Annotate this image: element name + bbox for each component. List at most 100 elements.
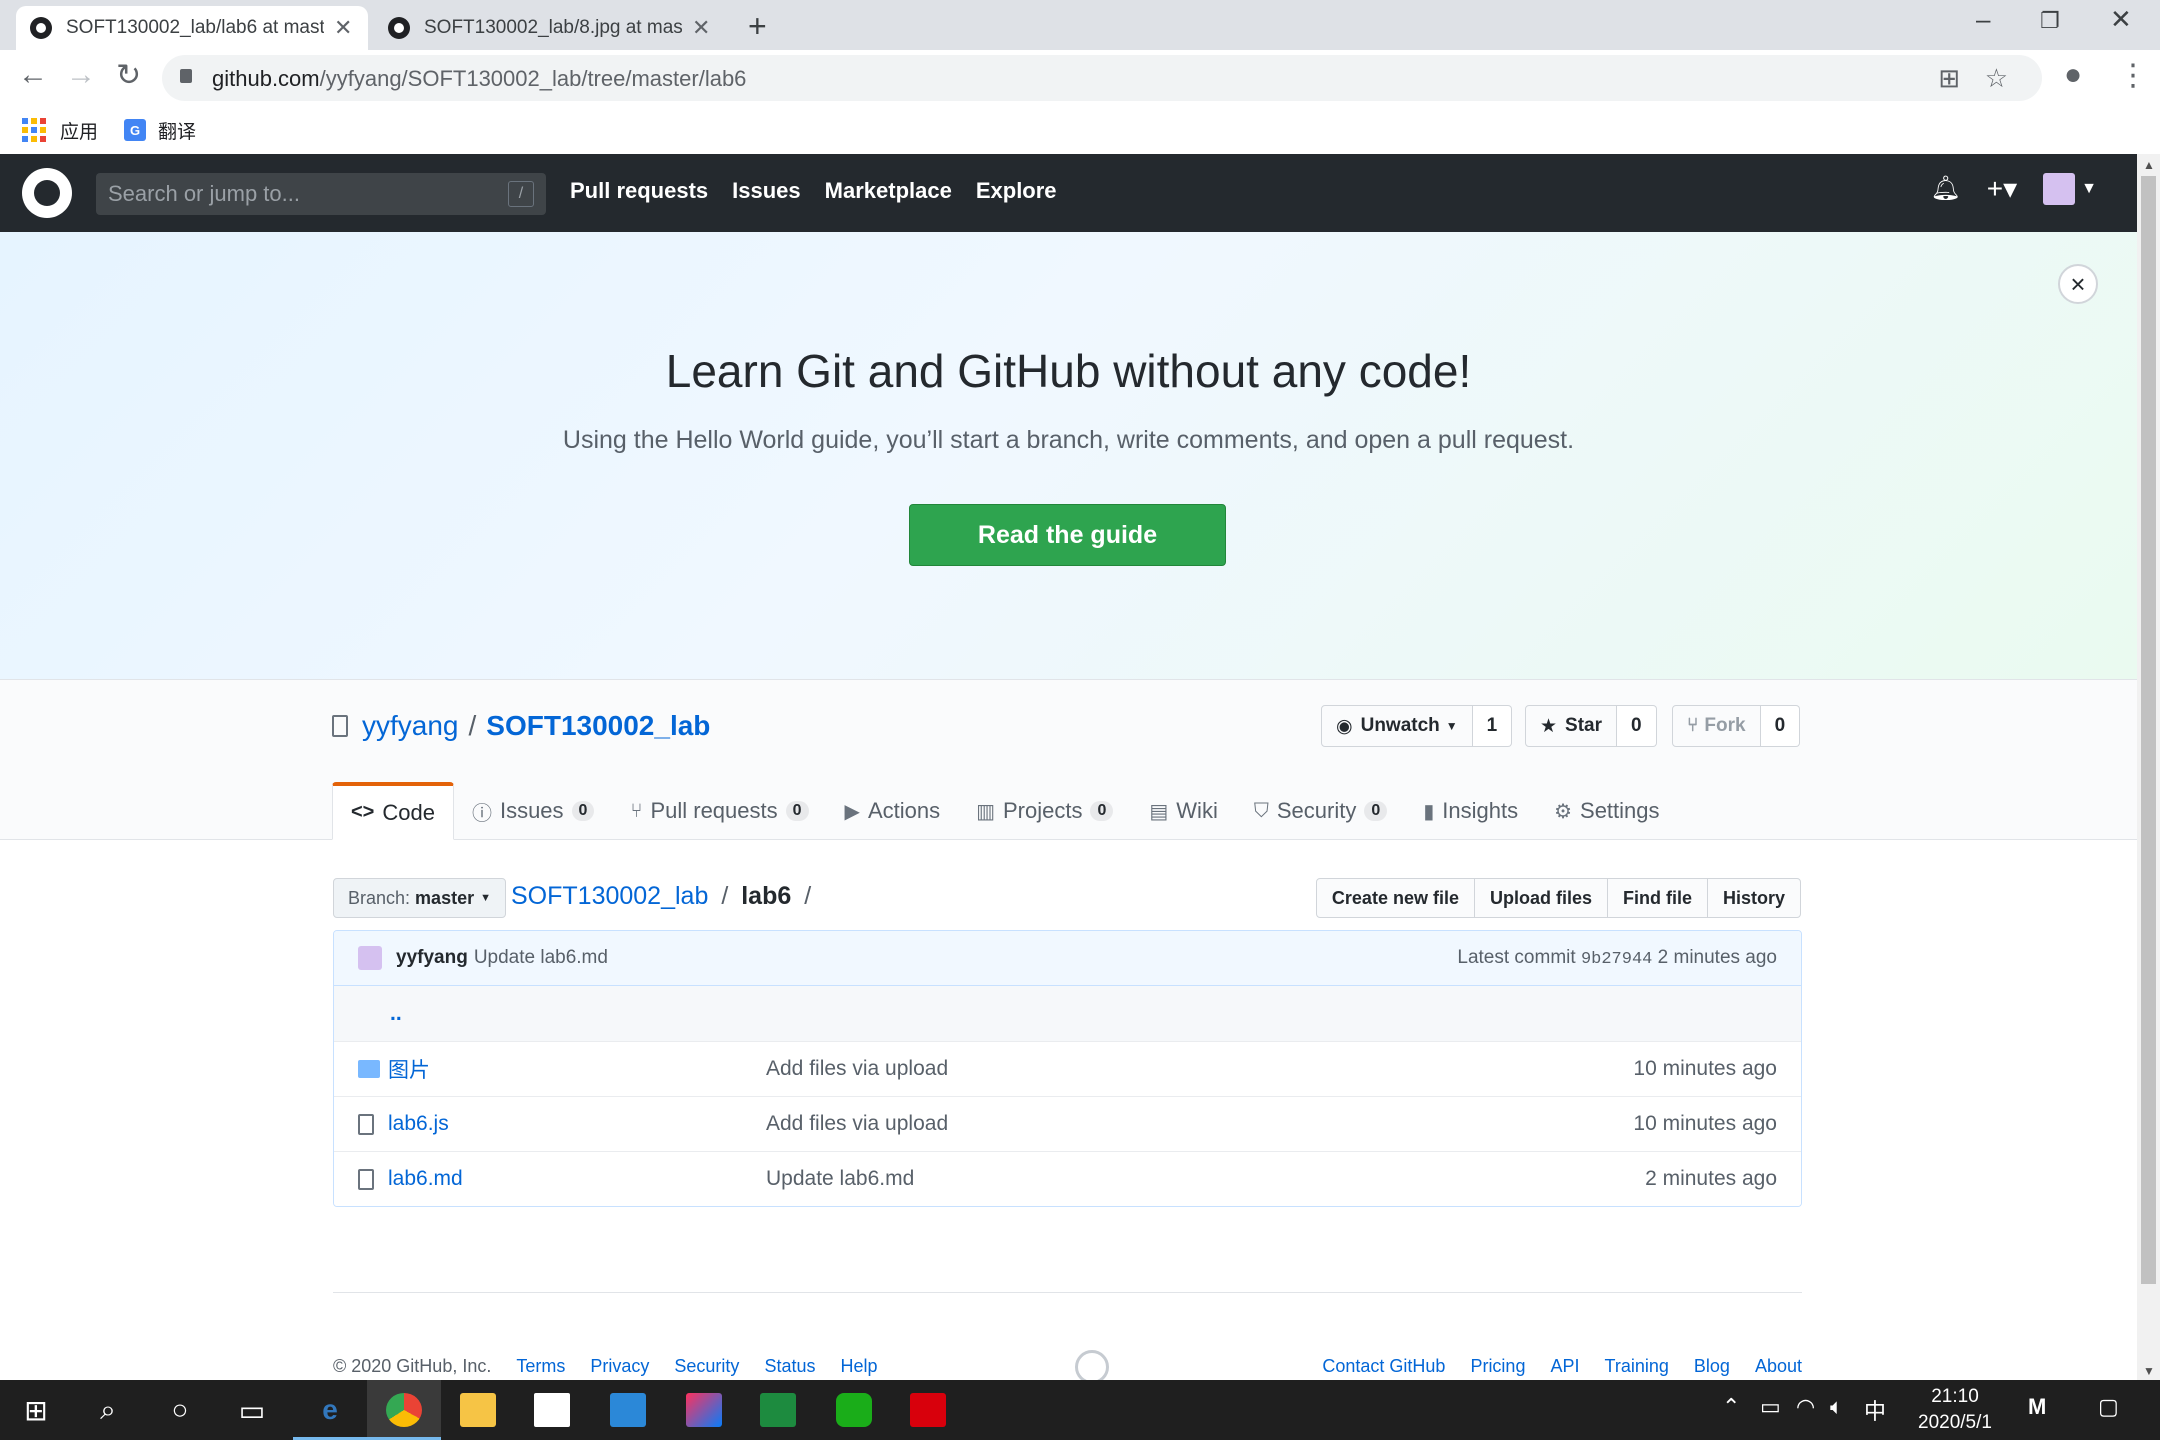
close-window-icon[interactable]: ✕ [2110,4,2132,35]
fork-count[interactable]: 0 [1760,705,1801,747]
address-bar[interactable]: github.com/yyfyang/SOFT130002_lab/tree/m… [162,55,2042,101]
tab-projects[interactable]: ▥ Projects 0 [958,782,1131,840]
minimize-icon[interactable]: – [1976,4,1990,35]
commit-sha-link[interactable]: 9b27944 [1581,950,1652,969]
ime-indicator[interactable]: 中 [1864,1394,1886,1426]
footer-link-help[interactable]: Help [841,1356,878,1376]
star-count[interactable]: 0 [1617,705,1657,747]
bookmark-translate[interactable]: G 翻译 [124,117,196,144]
restore-icon[interactable]: ❐ [2040,8,2060,34]
github-logo-icon[interactable] [22,168,72,218]
file-name-link[interactable]: 图片 [388,1054,430,1084]
task-view-icon[interactable]: ▭ [232,1390,272,1430]
browser-tab-active[interactable]: SOFT130002_lab/lab6 at maste ✕ [16,6,368,50]
footer-link-terms[interactable]: Terms [516,1356,565,1376]
search-icon[interactable]: ⌕ [88,1390,128,1430]
file-name-link[interactable]: lab6.js [388,1112,449,1136]
create-new-file-button[interactable]: Create new file [1315,878,1475,918]
watch-count[interactable]: 1 [1472,705,1513,747]
new-tab-icon[interactable]: + [748,8,767,45]
scroll-down-icon[interactable]: ▼ [2143,1364,2155,1378]
scroll-up-icon[interactable]: ▲ [2143,158,2155,172]
footer-link-privacy[interactable]: Privacy [590,1356,649,1376]
fork-button[interactable]: ⑂ Fork [1672,705,1761,747]
tab-settings[interactable]: ⚙ Settings [1536,782,1677,840]
tab-issues[interactable]: ⓘ Issues 0 [454,782,613,840]
wifi-icon[interactable]: ◠ [1796,1394,1815,1420]
plus-dropdown-icon[interactable]: +▾ [1987,172,2017,205]
scrollbar-thumb[interactable] [2141,176,2156,1284]
bookmark-star-icon[interactable]: ☆ [1985,63,2008,94]
nav-issues[interactable]: Issues [732,178,801,204]
github-mark-icon[interactable] [1075,1350,1109,1384]
action-center-icon[interactable]: ▢ [2098,1394,2119,1420]
show-hidden-icons-icon[interactable]: ⌃ [1722,1394,1740,1420]
repo-name-link[interactable]: SOFT130002_lab [486,710,710,742]
windows-start-icon[interactable]: ⊞ [16,1390,56,1430]
acrobat-icon[interactable] [908,1390,948,1430]
intellij-icon[interactable] [684,1390,724,1430]
nav-marketplace[interactable]: Marketplace [825,178,952,204]
read-guide-button[interactable]: Read the guide [909,504,1226,566]
history-button[interactable]: History [1706,878,1801,918]
close-icon[interactable]: × [2058,264,2098,304]
footer-link-training[interactable]: Training [1605,1356,1669,1376]
footer-link-about[interactable]: About [1755,1356,1802,1376]
page-scrollbar[interactable]: ▲ ▼ [2137,154,2160,1380]
find-file-button[interactable]: Find file [1606,878,1708,918]
tab-actions[interactable]: ▶ Actions [827,782,959,840]
parent-directory-link[interactable]: .. [390,1002,402,1026]
footer-link-pricing[interactable]: Pricing [1470,1356,1525,1376]
breadcrumb-root-link[interactable]: SOFT130002_lab [511,882,708,910]
cortana-icon[interactable]: ○ [160,1390,200,1430]
back-icon[interactable]: ← [18,58,48,92]
reload-icon[interactable]: ↻ [116,58,141,93]
excel-icon[interactable] [758,1390,798,1430]
tab-wiki[interactable]: ▤ Wiki [1131,782,1235,840]
store-icon[interactable] [532,1390,572,1430]
translate-icon[interactable]: ⊞ [1938,63,1960,94]
wechat-icon[interactable] [834,1390,874,1430]
close-tab-icon[interactable]: ✕ [334,15,352,41]
repo-owner-link[interactable]: yyfyang [362,710,459,742]
tab-security[interactable]: ⛉ Security 0 [1236,782,1405,840]
commit-message-link[interactable]: Add files via upload [766,1057,948,1081]
nav-explore[interactable]: Explore [976,178,1057,204]
close-tab-icon[interactable]: ✕ [692,15,710,41]
parent-directory-row[interactable]: .. [334,986,1801,1041]
tab-code[interactable]: <> Code [332,782,454,840]
branch-select[interactable]: Branch: master ▼ [333,878,506,918]
footer-link-blog[interactable]: Blog [1694,1356,1730,1376]
commit-author-link[interactable]: yyfyang [396,947,468,969]
star-button[interactable]: ★ Star [1525,705,1618,747]
footer-link-api[interactable]: API [1550,1356,1579,1376]
browser-tab[interactable]: SOFT130002_lab/8.jpg at maste ✕ [374,6,726,50]
volume-icon[interactable]: 🔈︎ [1830,1394,1843,1420]
file-name-link[interactable]: lab6.md [388,1167,463,1191]
nav-pull-requests[interactable]: Pull requests [570,178,708,204]
menu-dots-icon[interactable]: ⋮ [2118,58,2148,93]
bell-icon[interactable]: 🔔︎ [1930,174,1960,203]
commit-message-link[interactable]: Update lab6.md [766,1167,914,1191]
unwatch-button[interactable]: ◉ Unwatch ▼ [1321,705,1473,747]
mail-icon[interactable] [608,1390,648,1430]
profile-icon[interactable]: ● [2064,58,2082,92]
edge-icon[interactable]: e [310,1390,350,1430]
commit-message-link[interactable]: Add files via upload [766,1112,948,1136]
tab-insights[interactable]: ▮ Insights [1405,782,1536,840]
battery-icon[interactable]: ▭ [1760,1394,1781,1420]
footer-link-contact[interactable]: Contact GitHub [1322,1356,1445,1376]
avatar-dropdown[interactable]: ▼ [2043,172,2097,205]
chrome-icon[interactable] [384,1390,424,1430]
notification-app-icon[interactable]: M [2028,1394,2046,1420]
tab-pull-requests[interactable]: ⑂ Pull requests 0 [612,782,826,840]
search-input[interactable]: Search or jump to... / [96,173,546,215]
forward-icon[interactable]: → [66,58,96,92]
footer-link-security[interactable]: Security [674,1356,739,1376]
system-clock[interactable]: 21:10 2020/5/1 [1900,1384,2010,1436]
bookmark-apps[interactable]: 应用 [22,117,98,144]
upload-files-button[interactable]: Upload files [1473,878,1608,918]
footer-link-status[interactable]: Status [764,1356,815,1376]
commit-message-link[interactable]: Update lab6.md [474,947,608,969]
file-explorer-icon[interactable] [458,1390,498,1430]
